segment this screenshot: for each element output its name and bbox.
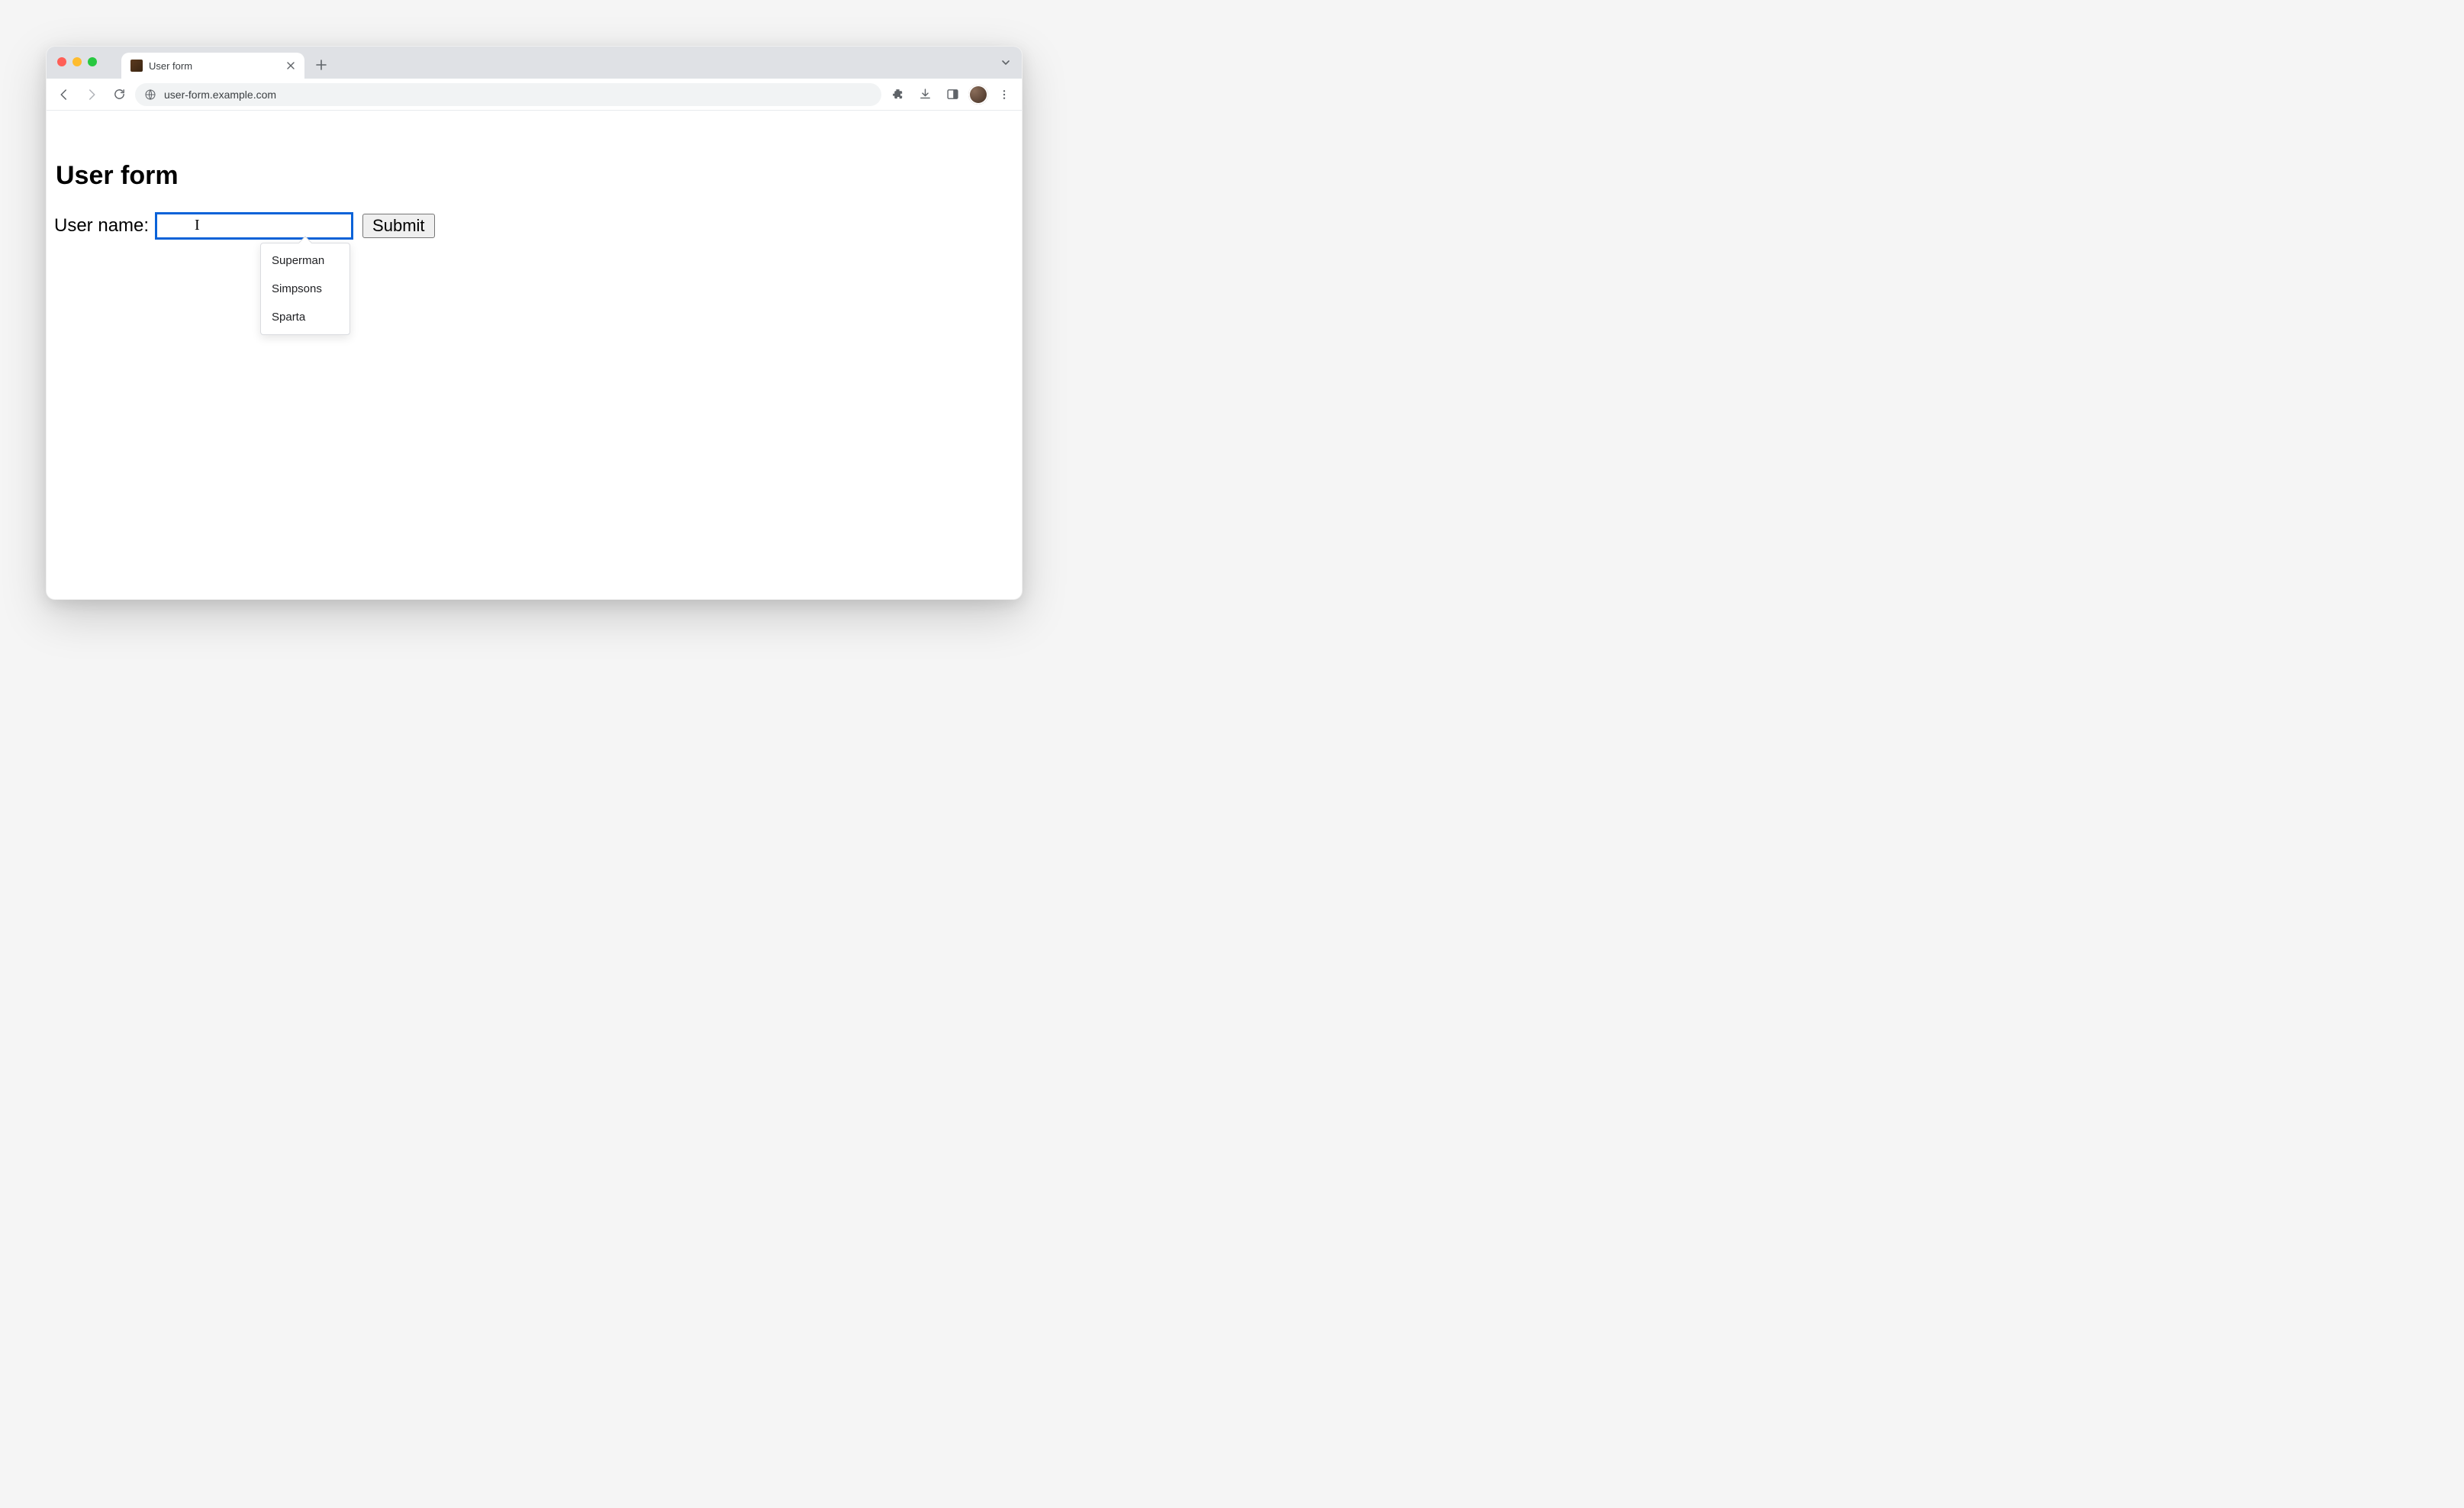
autocomplete-item[interactable]: Simpsons	[261, 275, 349, 303]
url-text: user-form.example.com	[164, 89, 276, 101]
tabs-dropdown-icon[interactable]	[1000, 57, 1011, 68]
tab-title: User form	[149, 60, 279, 72]
window-close-icon[interactable]	[57, 57, 66, 66]
tab-strip: User form	[47, 47, 1022, 79]
reload-button[interactable]	[108, 83, 130, 106]
tab-favicon-icon	[130, 60, 143, 72]
extensions-button[interactable]	[886, 83, 909, 106]
autocomplete-dropdown: Superman Simpsons Sparta	[260, 243, 350, 335]
downloads-button[interactable]	[913, 83, 936, 106]
address-bar[interactable]: user-form.example.com	[135, 83, 881, 106]
profile-avatar[interactable]	[968, 85, 988, 105]
window-maximize-icon[interactable]	[88, 57, 97, 66]
tab-close-icon[interactable]	[285, 60, 297, 72]
username-input[interactable]	[155, 212, 353, 240]
submit-button[interactable]: Submit	[362, 214, 434, 238]
forward-button[interactable]	[80, 83, 103, 106]
username-label: User name:	[54, 215, 149, 237]
back-button[interactable]	[53, 83, 76, 106]
page-content: User form User name: Submit I Superman S…	[47, 111, 1022, 599]
autocomplete-item[interactable]: Superman	[261, 246, 349, 275]
window-minimize-icon[interactable]	[72, 57, 82, 66]
sidepanel-button[interactable]	[941, 83, 964, 106]
browser-tab[interactable]: User form	[121, 53, 304, 79]
browser-window: User form user-form.example.com	[46, 46, 1023, 600]
globe-icon	[144, 89, 156, 101]
autocomplete-item[interactable]: Sparta	[261, 303, 349, 331]
new-tab-button[interactable]	[311, 54, 332, 76]
user-form: User name: Submit I Superman Simpsons Sp…	[54, 212, 1014, 240]
browser-toolbar: user-form.example.com	[47, 79, 1022, 111]
window-controls	[57, 57, 97, 66]
menu-button[interactable]	[993, 83, 1016, 106]
page-title: User form	[56, 161, 1014, 191]
